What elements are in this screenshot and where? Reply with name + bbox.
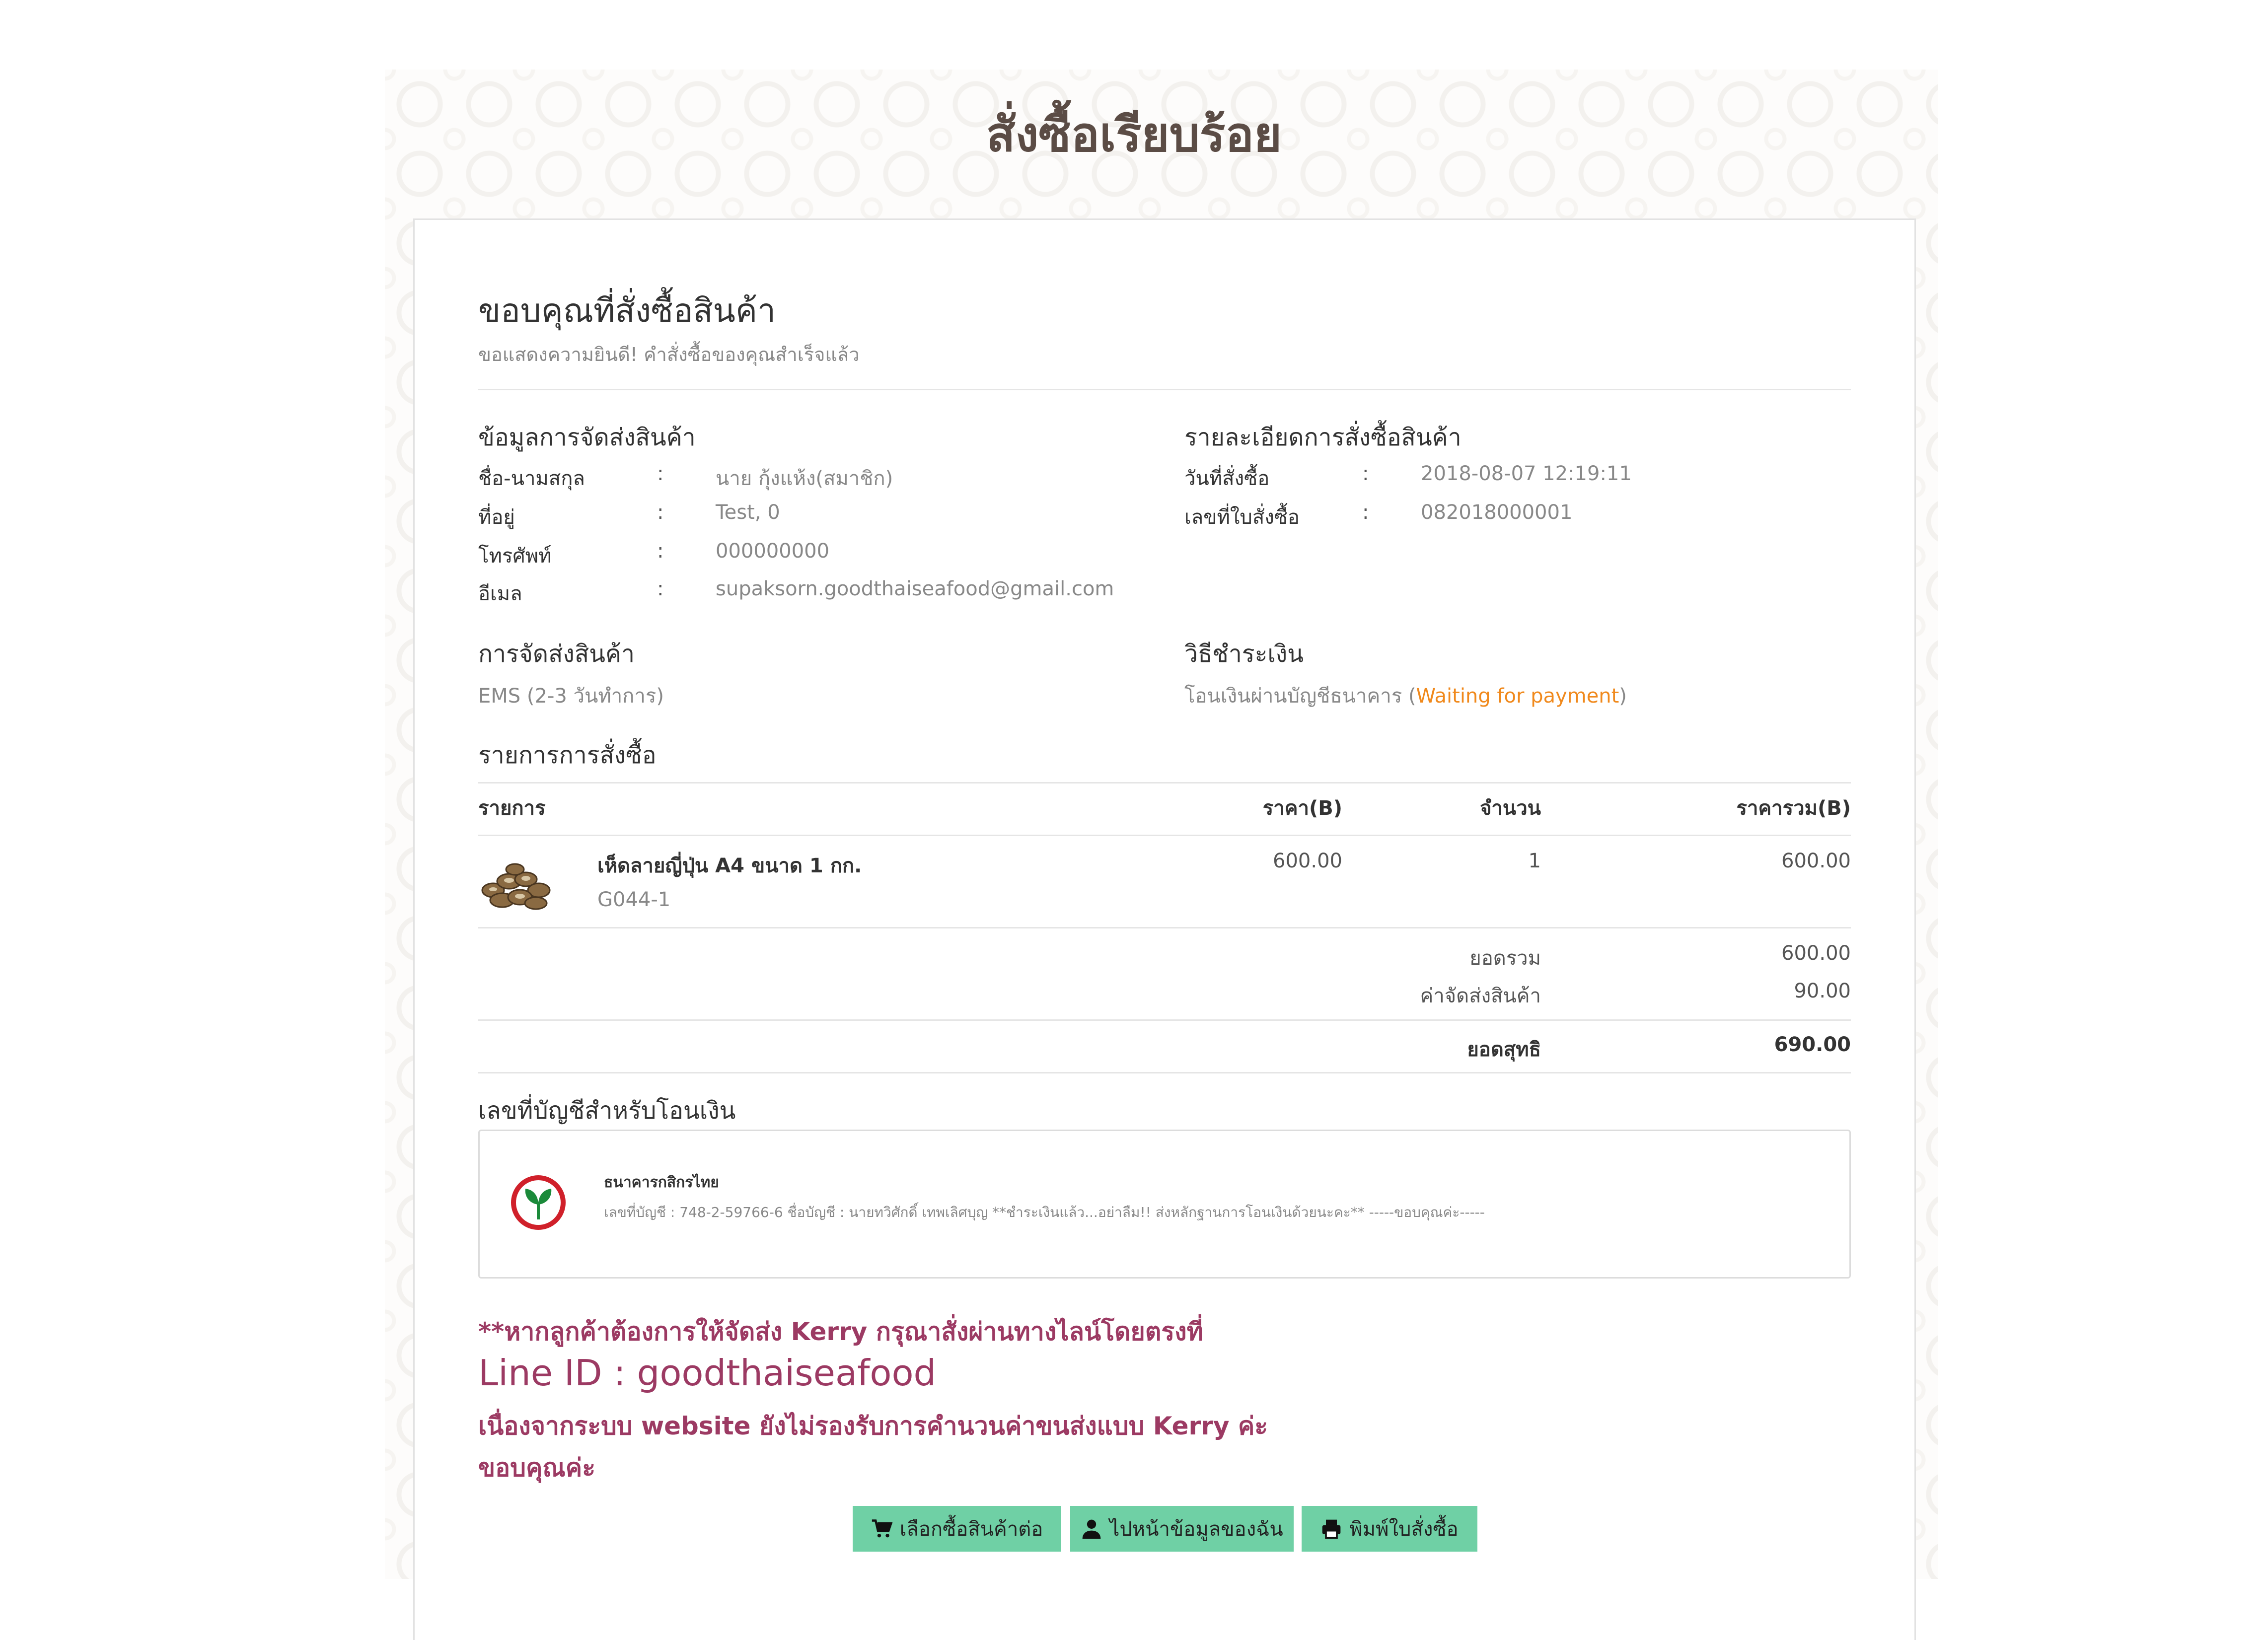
name-colon: : <box>657 462 664 485</box>
address-value: Test, 0 <box>716 501 780 524</box>
product-total: 600.00 <box>1781 850 1851 872</box>
my-account-label: ไปหน้าข้อมูลของฉัน <box>1109 1518 1283 1541</box>
payment-status-close: ) <box>1619 685 1627 708</box>
divider <box>478 389 1851 390</box>
thank-you-note: ขอบคุณค่ะ <box>478 1453 596 1482</box>
my-account-button[interactable]: ไปหน้าข้อมูลของฉัน <box>1070 1506 1294 1552</box>
thanks-subtitle: ขอแสดงความยินดี! คำสั่งซื้อของคุณสำเร็จแ… <box>478 344 860 365</box>
print-order-button[interactable]: พิมพ์ใบสั่งซื้อ <box>1302 1506 1477 1552</box>
grand-total-value: 690.00 <box>1774 1033 1851 1056</box>
table-row-border <box>478 927 1851 928</box>
order-details-heading: รายละเอียดการสั่งซื้อสินค้า <box>1184 424 1462 451</box>
col-qty: จำนวน <box>1479 797 1541 820</box>
summary-border <box>478 1019 1851 1021</box>
order-confirmation-card: ขอบคุณที่สั่งซื้อสินค้า ขอแสดงความยินดี!… <box>413 218 1916 1640</box>
email-label: อีเมล <box>478 582 522 605</box>
payment-value: โอนเงินผ่านบัญชีธนาคาร (Waiting for paym… <box>1184 680 1627 712</box>
order-number-label: เลขที่ใบสั่งซื้อ <box>1184 506 1300 529</box>
page-title: สั่งซื้อเรียบร้อย <box>986 106 1282 162</box>
line-id: Line ID : goodthaiseafood <box>478 1352 937 1394</box>
phone-label: โทรศัพท์ <box>478 545 552 568</box>
product-name[interactable]: เห็ดลายญี่ปุ่น A4 ขนาด 1 กก. <box>597 850 862 881</box>
address-colon: : <box>657 501 664 524</box>
thanks-title: ขอบคุณที่สั่งซื้อสินค้า <box>478 291 776 330</box>
bank-account-detail: เลขที่บัญชี : 748-2-59766-6 ชื่อบัญชี : … <box>604 1204 1485 1220</box>
shipping-info-heading: ข้อมูลการจัดส่งสินค้า <box>478 424 696 451</box>
email-value: supaksorn.goodthaiseafood@gmail.com <box>716 577 1114 600</box>
mushroom-image <box>481 863 551 910</box>
payment-heading: วิธีชำระเงิน <box>1184 640 1304 668</box>
order-list-heading: รายการการสั่งซื้อ <box>478 741 657 769</box>
order-date-label: วันที่สั่งซื้อ <box>1184 467 1270 490</box>
payment-status: Waiting for payment <box>1416 685 1619 708</box>
payment-status-open: ( <box>1408 685 1416 708</box>
table-header-border <box>478 835 1851 836</box>
continue-shopping-label: เลือกซื้อสินค้าต่อ <box>899 1518 1043 1541</box>
subtotal-label: ยอดรวม <box>1469 947 1541 970</box>
bank-account-box: ธนาคารกสิกรไทย เลขที่บัญชี : 748-2-59766… <box>478 1130 1851 1279</box>
name-value: นาย กุ้งแห้ง(สมาชิก) <box>716 467 893 490</box>
bank-name: ธนาคารกสิกรไทย <box>604 1174 719 1191</box>
name-label: ชื่อ-นามสกุล <box>478 467 585 490</box>
grand-total-label: ยอดสุทธิ <box>1467 1038 1541 1061</box>
subtotal-value: 600.00 <box>1781 942 1851 965</box>
print-icon <box>1322 1519 1341 1539</box>
email-colon: : <box>657 577 664 600</box>
kerry-notice-line1: **หากลูกค้าต้องการให้จัดส่ง Kerry กรุณาส… <box>478 1317 1203 1346</box>
order-date-value: 2018-08-07 12:19:11 <box>1421 462 1632 485</box>
phone-value: 000000000 <box>716 540 830 563</box>
kerry-notice-line3: เนื่องจากระบบ website ยังไม่รองรับการคำน… <box>478 1412 1268 1440</box>
product-qty: 1 <box>1528 850 1541 872</box>
continue-shopping-button[interactable]: เลือกซื้อสินค้าต่อ <box>853 1506 1061 1552</box>
col-item: รายการ <box>478 797 546 820</box>
kasikorn-logo <box>511 1175 566 1230</box>
product-sku: G044-1 <box>597 888 671 911</box>
order-number-colon: : <box>1362 501 1369 524</box>
user-icon <box>1082 1519 1101 1539</box>
grand-total-border <box>478 1072 1851 1073</box>
bank-heading: เลขที่บัญชีสำหรับโอนเงิน <box>478 1097 736 1125</box>
payment-method: โอนเงินผ่านบัญชีธนาคาร <box>1184 685 1402 708</box>
address-label: ที่อยู่ <box>478 506 515 529</box>
delivery-value: EMS (2-3 วันทำการ) <box>478 685 664 708</box>
order-date-colon: : <box>1362 462 1369 485</box>
order-number-value: 082018000001 <box>1421 501 1573 524</box>
delivery-heading: การจัดส่งสินค้า <box>478 640 635 668</box>
table-top-border <box>478 782 1851 784</box>
col-total: ราคารวม(B) <box>1736 797 1851 820</box>
phone-colon: : <box>657 540 664 563</box>
shipping-fee-value: 90.00 <box>1794 980 1851 1002</box>
cart-icon <box>872 1519 893 1538</box>
shipping-fee-label: ค่าจัดส่งสินค้า <box>1420 985 1541 1007</box>
print-order-label: พิมพ์ใบสั่งซื้อ <box>1349 1518 1459 1541</box>
